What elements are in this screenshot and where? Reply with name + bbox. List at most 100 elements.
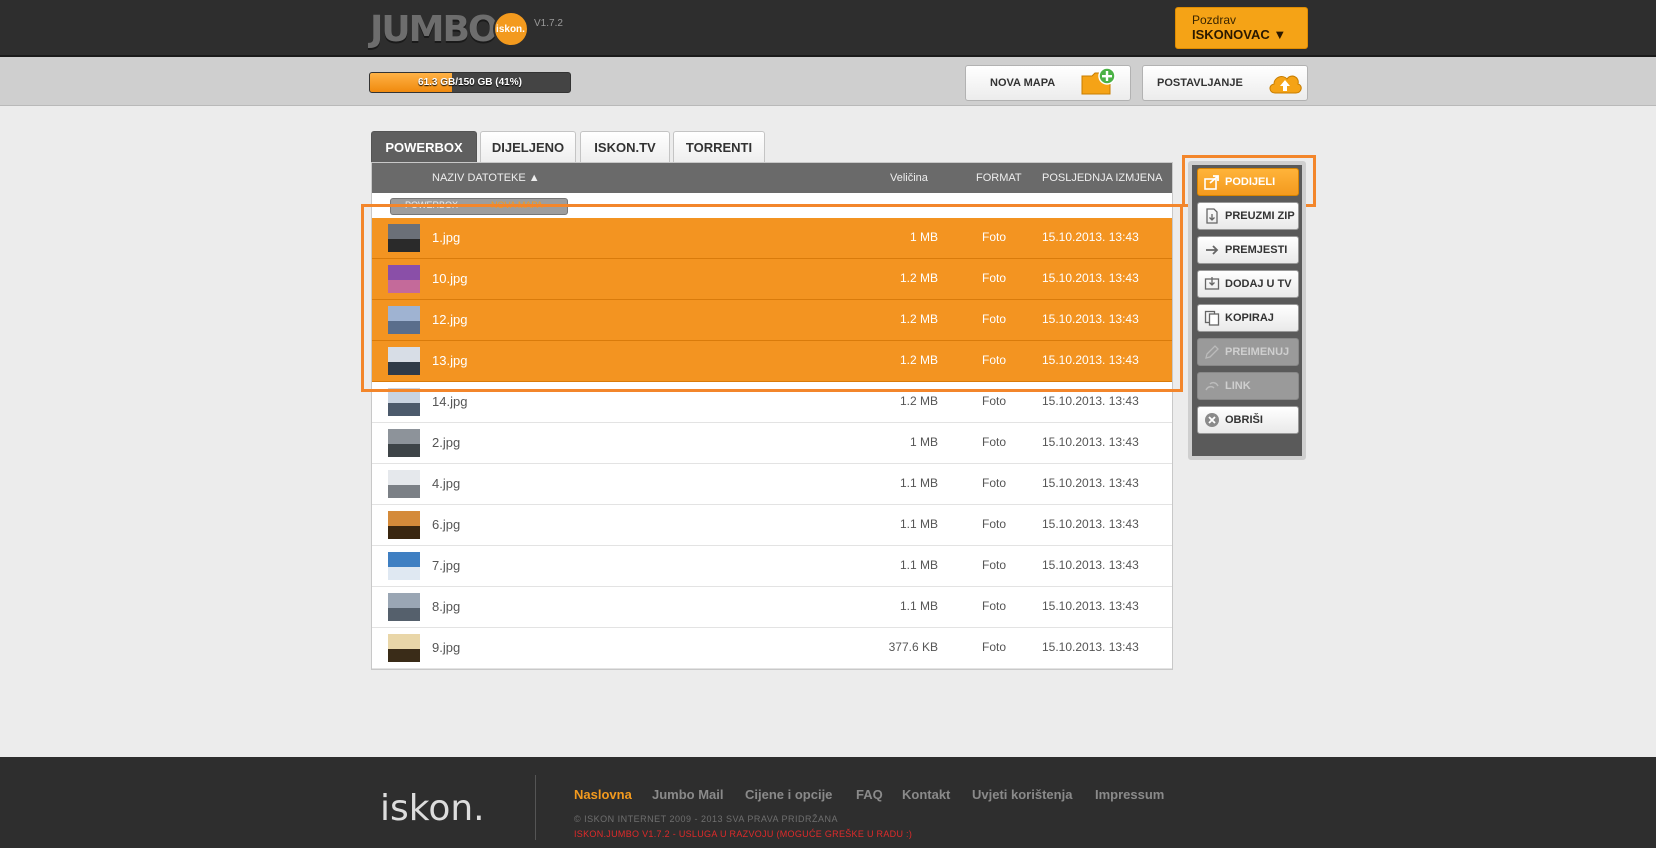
file-modified: 15.10.2013. 13:43	[1042, 599, 1139, 613]
footer-link-cijene[interactable]: Cijene i opcije	[745, 787, 832, 802]
action-label: KOPIRAJ	[1225, 312, 1274, 324]
file-format: Foto	[982, 640, 1007, 654]
breadcrumb-item-current[interactable]: NOVA MAPA	[491, 200, 543, 210]
image-thumbnail	[388, 306, 420, 334]
footer-link-impressum[interactable]: Impressum	[1095, 787, 1164, 802]
user-menu-button[interactable]: Pozdrav ISKONOVAC ▼	[1175, 7, 1308, 49]
tv-add-icon	[1204, 276, 1220, 292]
footer-link-uvjeti[interactable]: Uvjeti korištenja	[972, 787, 1072, 802]
copyright-text: © ISKON INTERNET 2009 - 2013 SVA PRAVA P…	[574, 814, 839, 824]
file-name[interactable]: 12.jpg	[432, 312, 467, 327]
file-row[interactable]: 4.jpg 1.1 MB Foto 15.10.2013. 13:43	[372, 464, 1172, 505]
file-name[interactable]: 2.jpg	[432, 435, 460, 450]
action-label: PREMJESTI	[1225, 244, 1288, 256]
file-name[interactable]: 1.jpg	[432, 230, 460, 245]
file-name[interactable]: 13.jpg	[432, 353, 467, 368]
file-name[interactable]: 14.jpg	[432, 394, 467, 409]
file-row[interactable]: 8.jpg 1.1 MB Foto 15.10.2013. 13:43	[372, 587, 1172, 628]
breadcrumb-item-powerbox[interactable]: POWERBOX	[405, 200, 458, 210]
link-icon	[1204, 378, 1220, 394]
image-thumbnail	[388, 388, 420, 416]
action-label: PODIJELI	[1225, 176, 1276, 188]
file-modified: 15.10.2013. 13:43	[1042, 271, 1139, 285]
file-name[interactable]: 9.jpg	[432, 640, 460, 655]
action-label: LINK	[1225, 380, 1251, 392]
footer-link-faq[interactable]: FAQ	[856, 787, 883, 802]
table-header: NAZIV DATOTEKE ▲ Veličina FORMAT POSLJED…	[372, 163, 1172, 193]
file-name[interactable]: 6.jpg	[432, 517, 460, 532]
breadcrumb: POWERBOX NOVA MAPA	[390, 198, 568, 215]
action-label: DODAJ U TV	[1225, 278, 1292, 290]
file-row[interactable]: 2.jpg 1 MB Foto 15.10.2013. 13:43	[372, 423, 1172, 464]
file-format: Foto	[982, 271, 1007, 285]
image-thumbnail	[388, 429, 420, 457]
action-obri-i-button[interactable]: OBRIŠI	[1197, 406, 1299, 434]
action-preimenuj-button[interactable]: PREIMENUJ	[1197, 338, 1299, 366]
iskon-badge: iskon.	[492, 11, 529, 47]
logo-text: JUMBO	[370, 8, 498, 50]
footer-link-jumbo-mail[interactable]: Jumbo Mail	[652, 787, 724, 802]
file-row[interactable]: 10.jpg 1.2 MB Foto 15.10.2013. 13:43	[372, 259, 1172, 300]
file-size: 1.1 MB	[899, 476, 938, 490]
file-format: Foto	[982, 353, 1007, 367]
file-format: Foto	[982, 476, 1007, 490]
file-size: 1.2 MB	[899, 353, 938, 367]
file-modified: 15.10.2013. 13:43	[1042, 312, 1139, 326]
storage-quota-bar: 61.3 GB/150 GB (41%)	[369, 72, 571, 93]
file-row[interactable]: 6.jpg 1.1 MB Foto 15.10.2013. 13:43	[372, 505, 1172, 546]
column-size-header[interactable]: Veličina	[890, 172, 928, 184]
actions-panel: PODIJELI PREUZMI ZIP PREMJESTI DODAJ U TV KO…	[1188, 161, 1306, 460]
action-premjesti-button[interactable]: PREMJESTI	[1197, 236, 1299, 264]
column-name-header[interactable]: NAZIV DATOTEKE ▲	[432, 172, 540, 184]
file-size: 1.1 MB	[899, 599, 938, 613]
file-row[interactable]: 9.jpg 377.6 KB Foto 15.10.2013. 13:43	[372, 628, 1172, 669]
file-name[interactable]: 10.jpg	[432, 271, 467, 286]
file-format: Foto	[982, 230, 1007, 244]
upload-label: POSTAVLJANJE	[1157, 77, 1243, 89]
top-bar	[0, 0, 1656, 57]
file-row[interactable]: 14.jpg 1.2 MB Foto 15.10.2013. 13:43	[372, 382, 1172, 423]
action-link-button[interactable]: LINK	[1197, 372, 1299, 400]
jumbo-logo[interactable]: JUMBO iskon.	[370, 8, 529, 50]
tab-dijeljeno[interactable]: DIJELJENO	[480, 131, 576, 162]
iskon-footer-logo[interactable]: iskon.	[380, 788, 485, 829]
username: ISKONOVAC ▼	[1192, 27, 1287, 42]
tab-powerbox[interactable]: POWERBOX	[371, 131, 477, 162]
file-name[interactable]: 8.jpg	[432, 599, 460, 614]
footer-link-kontakt[interactable]: Kontakt	[902, 787, 950, 802]
footer-divider	[535, 775, 536, 840]
file-modified: 15.10.2013. 13:43	[1042, 558, 1139, 572]
file-format: Foto	[982, 394, 1007, 408]
file-row[interactable]: 13.jpg 1.2 MB Foto 15.10.2013. 13:43	[372, 341, 1172, 382]
file-size: 1.2 MB	[899, 271, 938, 285]
action-label: PREUZMI ZIP	[1225, 210, 1295, 222]
image-thumbnail	[388, 593, 420, 621]
file-row[interactable]: 1.jpg 1 MB Foto 15.10.2013. 13:43	[372, 218, 1172, 259]
new-folder-button[interactable]: NOVA MAPA	[965, 65, 1131, 101]
action-dodaj-u-tv-button[interactable]: DODAJ U TV	[1197, 270, 1299, 298]
footer-link-naslovna[interactable]: Naslovna	[574, 787, 632, 802]
upload-button[interactable]: POSTAVLJANJE	[1142, 65, 1308, 101]
file-size: 1.2 MB	[899, 312, 938, 326]
file-size: 377.6 KB	[888, 640, 938, 654]
file-row[interactable]: 12.jpg 1.2 MB Foto 15.10.2013. 13:43	[372, 300, 1172, 341]
file-modified: 15.10.2013. 13:43	[1042, 435, 1139, 449]
file-name[interactable]: 4.jpg	[432, 476, 460, 491]
tab-torrenti[interactable]: TORRENTI	[673, 131, 765, 162]
file-name[interactable]: 7.jpg	[432, 558, 460, 573]
file-format: Foto	[982, 435, 1007, 449]
dev-notice: ISKON.JUMBO V1.7.2 - USLUGA U RAZVOJU (M…	[574, 829, 913, 839]
action-podijeli-button[interactable]: PODIJELI	[1197, 168, 1299, 196]
image-thumbnail	[388, 552, 420, 580]
column-format-header[interactable]: FORMAT	[976, 172, 1022, 184]
copy-icon	[1204, 310, 1220, 326]
file-modified: 15.10.2013. 13:43	[1042, 230, 1139, 244]
file-row[interactable]: 7.jpg 1.1 MB Foto 15.10.2013. 13:43	[372, 546, 1172, 587]
image-thumbnail	[388, 511, 420, 539]
action-preuzmi-zip-button[interactable]: PREUZMI ZIP	[1197, 202, 1299, 230]
action-kopiraj-button[interactable]: KOPIRAJ	[1197, 304, 1299, 332]
column-modified-header[interactable]: POSLJEDNJA IZMJENA	[1042, 172, 1162, 184]
image-thumbnail	[388, 265, 420, 293]
delete-icon	[1204, 412, 1220, 428]
tab-iskon-tv[interactable]: ISKON.TV	[580, 131, 670, 162]
